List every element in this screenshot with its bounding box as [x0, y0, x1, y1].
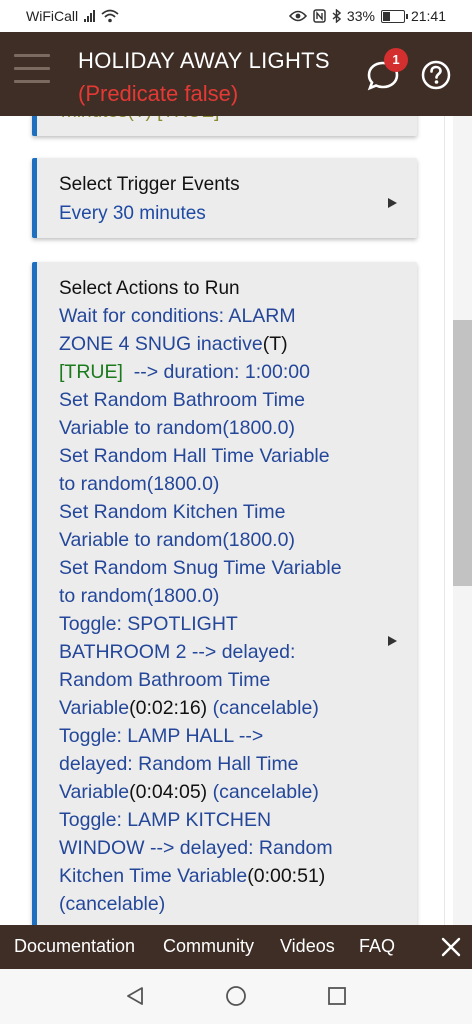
scrollbar-thumb[interactable] [453, 320, 472, 586]
recents-icon[interactable] [326, 985, 348, 1007]
community-link[interactable]: Community [163, 936, 254, 957]
content-column: minutes(T) [TRUE] Select Trigger Events … [10, 116, 445, 925]
action-line: Set Random Hall Time Variable [59, 445, 330, 467]
action-line: to random(1800.0) [59, 473, 220, 495]
action-line: [TRUE] --> duration: 1:00:00 [59, 361, 310, 383]
previous-card[interactable]: minutes(T) [TRUE] [32, 116, 417, 136]
predicate-status: (Predicate false) [78, 81, 239, 106]
bottom-link-bar: Documentation Community Videos FAQ [0, 925, 472, 969]
videos-link[interactable]: Videos [280, 936, 335, 957]
actions-list: Wait for conditions: ALARM ZONE 4 SNUG i… [59, 302, 379, 918]
action-line: Toggle: LAMP KITCHEN [59, 809, 272, 831]
nfc-icon [313, 9, 326, 23]
action-line: Set Random Kitchen Time [59, 501, 286, 523]
action-line: Variable to random(1800.0) [59, 417, 295, 439]
action-line: (cancelable) [59, 893, 166, 915]
cell-signal-icon [84, 10, 96, 22]
clock: 21:41 [410, 8, 446, 24]
action-line: Toggle: SPOTLIGHT [59, 613, 238, 635]
action-line: delayed: Random Hall Time [59, 753, 299, 775]
trigger-events-value: Every 30 minutes [59, 203, 206, 224]
action-line: Set Random Snug Time Variable [59, 557, 342, 579]
action-line: Variable(0:04:05) (cancelable) [59, 781, 319, 803]
actions-card[interactable]: Select Actions to Run Wait for condition… [32, 262, 417, 925]
expand-arrow-icon[interactable] [388, 636, 397, 646]
action-line: Variable(0:02:16) (cancelable) [59, 697, 319, 719]
action-line: Kitchen Time Variable(0:00:51) [59, 865, 326, 887]
action-line: BATHROOM 2 --> delayed: [59, 641, 296, 663]
system-nav-bar [0, 969, 472, 1024]
app-bar: HOLIDAY AWAY LIGHTS (Predicate false) 1 [0, 32, 472, 116]
help-icon[interactable] [421, 60, 451, 90]
action-line: WINDOW --> delayed: Random [59, 837, 333, 859]
documentation-link[interactable]: Documentation [14, 936, 135, 957]
trigger-events-label: Select Trigger Events [59, 174, 240, 195]
action-line: Wait for conditions: ALARM [59, 305, 296, 327]
action-line: Set Random Bathroom Time [59, 389, 306, 411]
expand-arrow-icon[interactable] [388, 198, 397, 208]
carrier-label: WiFiCall [26, 8, 79, 24]
trigger-events-card[interactable]: Select Trigger Events Every 30 minutes [32, 158, 417, 238]
action-line: Random Bathroom Time [59, 669, 271, 691]
action-line: Variable to random(1800.0) [59, 529, 295, 551]
action-line: Toggle: LAMP HALL --> [59, 725, 264, 747]
eye-icon [288, 10, 307, 22]
close-icon[interactable] [440, 936, 462, 958]
bluetooth-icon [332, 9, 341, 23]
faq-link[interactable]: FAQ [359, 936, 395, 957]
home-icon[interactable] [225, 985, 247, 1007]
hamburger-menu-icon[interactable] [14, 52, 52, 86]
status-bar: WiFiCall 33% 21:41 [0, 0, 472, 32]
wifi-icon [101, 9, 119, 23]
battery-icon [380, 9, 408, 23]
actions-label: Select Actions to Run [59, 278, 240, 299]
back-icon[interactable] [124, 985, 146, 1007]
action-line: ZONE 4 SNUG inactive(T) [59, 333, 288, 355]
battery-percent: 33% [346, 8, 375, 24]
previous-card-text: minutes(T) [TRUE] [61, 116, 219, 126]
main-content: minutes(T) [TRUE] Select Trigger Events … [0, 116, 472, 925]
action-line: to random(1800.0) [59, 585, 220, 607]
notification-badge: 1 [384, 48, 408, 72]
page-title: HOLIDAY AWAY LIGHTS [78, 48, 330, 73]
